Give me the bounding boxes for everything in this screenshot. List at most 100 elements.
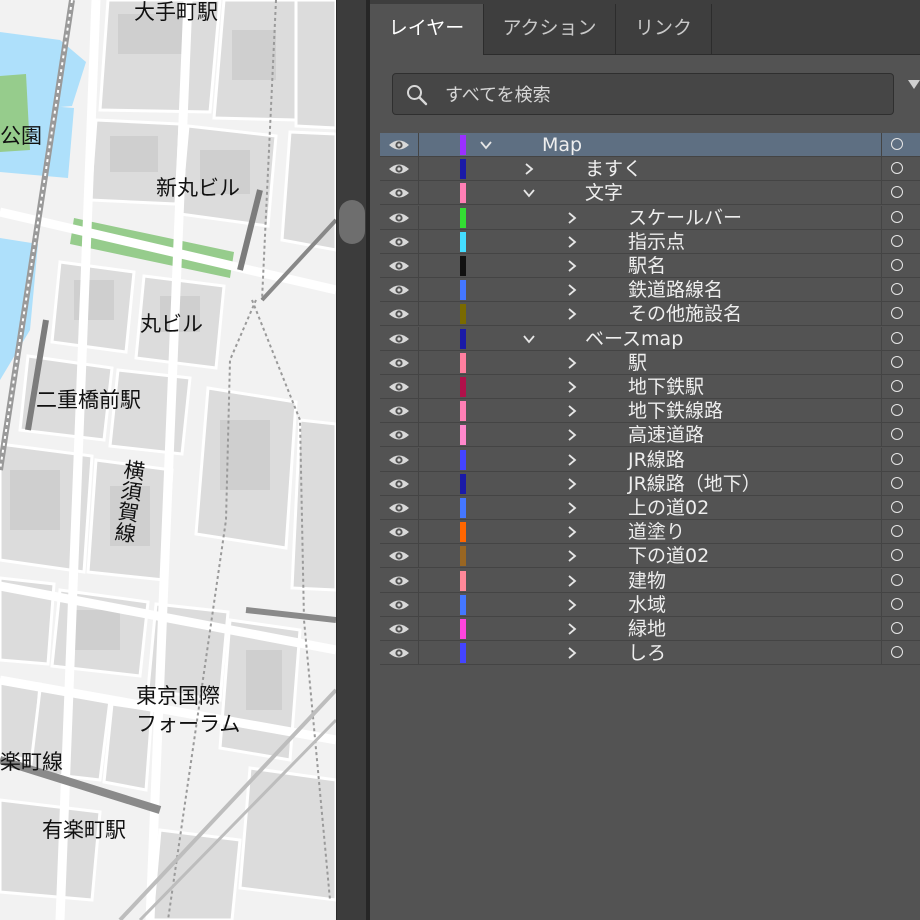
scrollbar-handle[interactable] (339, 200, 365, 244)
chevron-right-icon[interactable] (564, 573, 580, 589)
layer-target-circle-icon[interactable] (891, 138, 903, 150)
layer-target-circle-icon[interactable] (891, 501, 903, 513)
layer-target-circle-icon[interactable] (891, 283, 903, 296)
visibility-eye-icon[interactable] (388, 306, 410, 322)
visibility-eye-icon[interactable] (388, 597, 410, 613)
layer-name[interactable]: 地下鉄線路 (628, 399, 723, 423)
layer-target-circle-icon[interactable] (891, 259, 903, 271)
search-options-dropdown-icon[interactable] (908, 80, 920, 89)
layer-target-circle-icon[interactable] (891, 355, 903, 368)
chevron-down-icon[interactable] (521, 185, 537, 201)
layer-row[interactable]: Map (380, 133, 920, 157)
chevron-down-icon[interactable] (478, 137, 494, 153)
visibility-eye-icon[interactable] (388, 258, 410, 274)
layer-row[interactable]: 建物 (380, 568, 920, 593)
layer-target-circle-icon[interactable] (891, 210, 903, 223)
layer-name[interactable]: JR線路 (628, 448, 685, 472)
layer-target-circle-icon[interactable] (891, 428, 903, 441)
layer-row[interactable]: 駅名 (380, 254, 920, 278)
visibility-eye-icon[interactable] (388, 403, 410, 419)
layer-target-circle-icon[interactable] (891, 622, 903, 634)
chevron-right-icon[interactable] (564, 379, 580, 395)
search-input[interactable] (443, 80, 877, 110)
visibility-eye-icon[interactable] (388, 379, 410, 395)
chevron-right-icon[interactable] (564, 645, 580, 661)
layer-target-circle-icon[interactable] (891, 162, 903, 175)
visibility-eye-icon[interactable] (388, 476, 410, 492)
layer-target-circle-icon[interactable] (891, 525, 903, 538)
layer-row[interactable]: 地下鉄線路 (380, 399, 920, 424)
chevron-right-icon[interactable] (564, 476, 580, 492)
chevron-right-icon[interactable] (564, 282, 580, 298)
layer-name[interactable]: 鉄道路線名 (628, 278, 723, 302)
layer-target-circle-icon[interactable] (891, 234, 903, 247)
visibility-eye-icon[interactable] (388, 645, 410, 661)
chevron-right-icon[interactable] (564, 427, 580, 443)
layer-row[interactable]: JR線路 (380, 447, 920, 472)
layer-target-circle-icon[interactable] (891, 476, 903, 489)
layer-name[interactable]: 駅名 (628, 254, 666, 278)
layer-row[interactable]: 地下鉄駅 (380, 375, 920, 399)
chevron-right-icon[interactable] (564, 234, 580, 250)
layer-name[interactable]: 地下鉄駅 (628, 375, 704, 399)
layer-name[interactable]: 緑地 (628, 617, 666, 641)
layer-name[interactable]: JR線路（地下） (628, 472, 761, 496)
visibility-eye-icon[interactable] (388, 548, 410, 564)
layer-target-circle-icon[interactable] (891, 452, 903, 465)
layer-row[interactable]: 駅 (380, 350, 920, 375)
layer-row[interactable]: 水域 (380, 592, 920, 617)
visibility-eye-icon[interactable] (388, 282, 410, 298)
chevron-right-icon[interactable] (564, 500, 580, 516)
chevron-right-icon[interactable] (564, 403, 580, 419)
layer-target-circle-icon[interactable] (891, 597, 903, 610)
layer-row[interactable]: 緑地 (380, 617, 920, 641)
chevron-right-icon[interactable] (564, 355, 580, 371)
visibility-eye-icon[interactable] (388, 137, 410, 153)
layer-target-circle-icon[interactable] (891, 380, 903, 392)
layer-target-circle-icon[interactable] (891, 404, 903, 417)
layer-row[interactable]: スケールバー (380, 205, 920, 230)
canvas-scrollbar[interactable] (336, 0, 369, 920)
chevron-right-icon[interactable] (564, 306, 580, 322)
layer-row[interactable]: その他施設名 (380, 302, 920, 327)
layer-search-box[interactable] (392, 73, 894, 115)
layer-row[interactable]: 道塗り (380, 520, 920, 545)
layer-row[interactable]: 鉄道路線名 (380, 278, 920, 303)
layer-target-circle-icon[interactable] (891, 573, 903, 586)
chevron-down-icon[interactable] (521, 331, 537, 347)
visibility-eye-icon[interactable] (388, 355, 410, 371)
layer-name[interactable]: ますく (585, 157, 642, 181)
chevron-right-icon[interactable] (564, 597, 580, 613)
layer-name[interactable]: 建物 (628, 569, 666, 593)
visibility-eye-icon[interactable] (388, 331, 410, 347)
visibility-eye-icon[interactable] (388, 210, 410, 226)
layer-target-circle-icon[interactable] (891, 646, 903, 659)
layer-name[interactable]: しろ (628, 641, 666, 665)
layer-row[interactable]: 高速道路 (380, 423, 920, 448)
chevron-right-icon[interactable] (564, 210, 580, 226)
chevron-right-icon[interactable] (564, 621, 580, 637)
chevron-right-icon[interactable] (564, 548, 580, 564)
layer-name[interactable]: スケールバー (628, 206, 742, 230)
visibility-eye-icon[interactable] (388, 524, 410, 540)
chevron-right-icon[interactable] (564, 452, 580, 468)
layer-target-circle-icon[interactable] (891, 331, 903, 344)
layer-row[interactable]: 指示点 (380, 229, 920, 254)
layer-name[interactable]: 高速道路 (628, 423, 704, 447)
layer-row[interactable]: 文字 (380, 181, 920, 206)
layer-row[interactable]: JR線路（地下） (380, 471, 920, 496)
layer-target-circle-icon[interactable] (891, 186, 903, 199)
layer-name[interactable]: その他施設名 (628, 302, 742, 326)
chevron-right-icon[interactable] (564, 258, 580, 274)
layer-row[interactable]: 下の道02 (380, 544, 920, 569)
layer-name[interactable]: 文字 (585, 181, 623, 205)
chevron-right-icon[interactable] (564, 524, 580, 540)
layer-name[interactable]: 指示点 (628, 230, 685, 254)
layer-name[interactable]: Map (542, 133, 582, 157)
layer-name[interactable]: 上の道02 (628, 496, 709, 520)
visibility-eye-icon[interactable] (388, 452, 410, 468)
layer-name[interactable]: 水域 (628, 593, 666, 617)
visibility-eye-icon[interactable] (388, 161, 410, 177)
layer-row[interactable]: 上の道02 (380, 496, 920, 520)
visibility-eye-icon[interactable] (388, 427, 410, 443)
